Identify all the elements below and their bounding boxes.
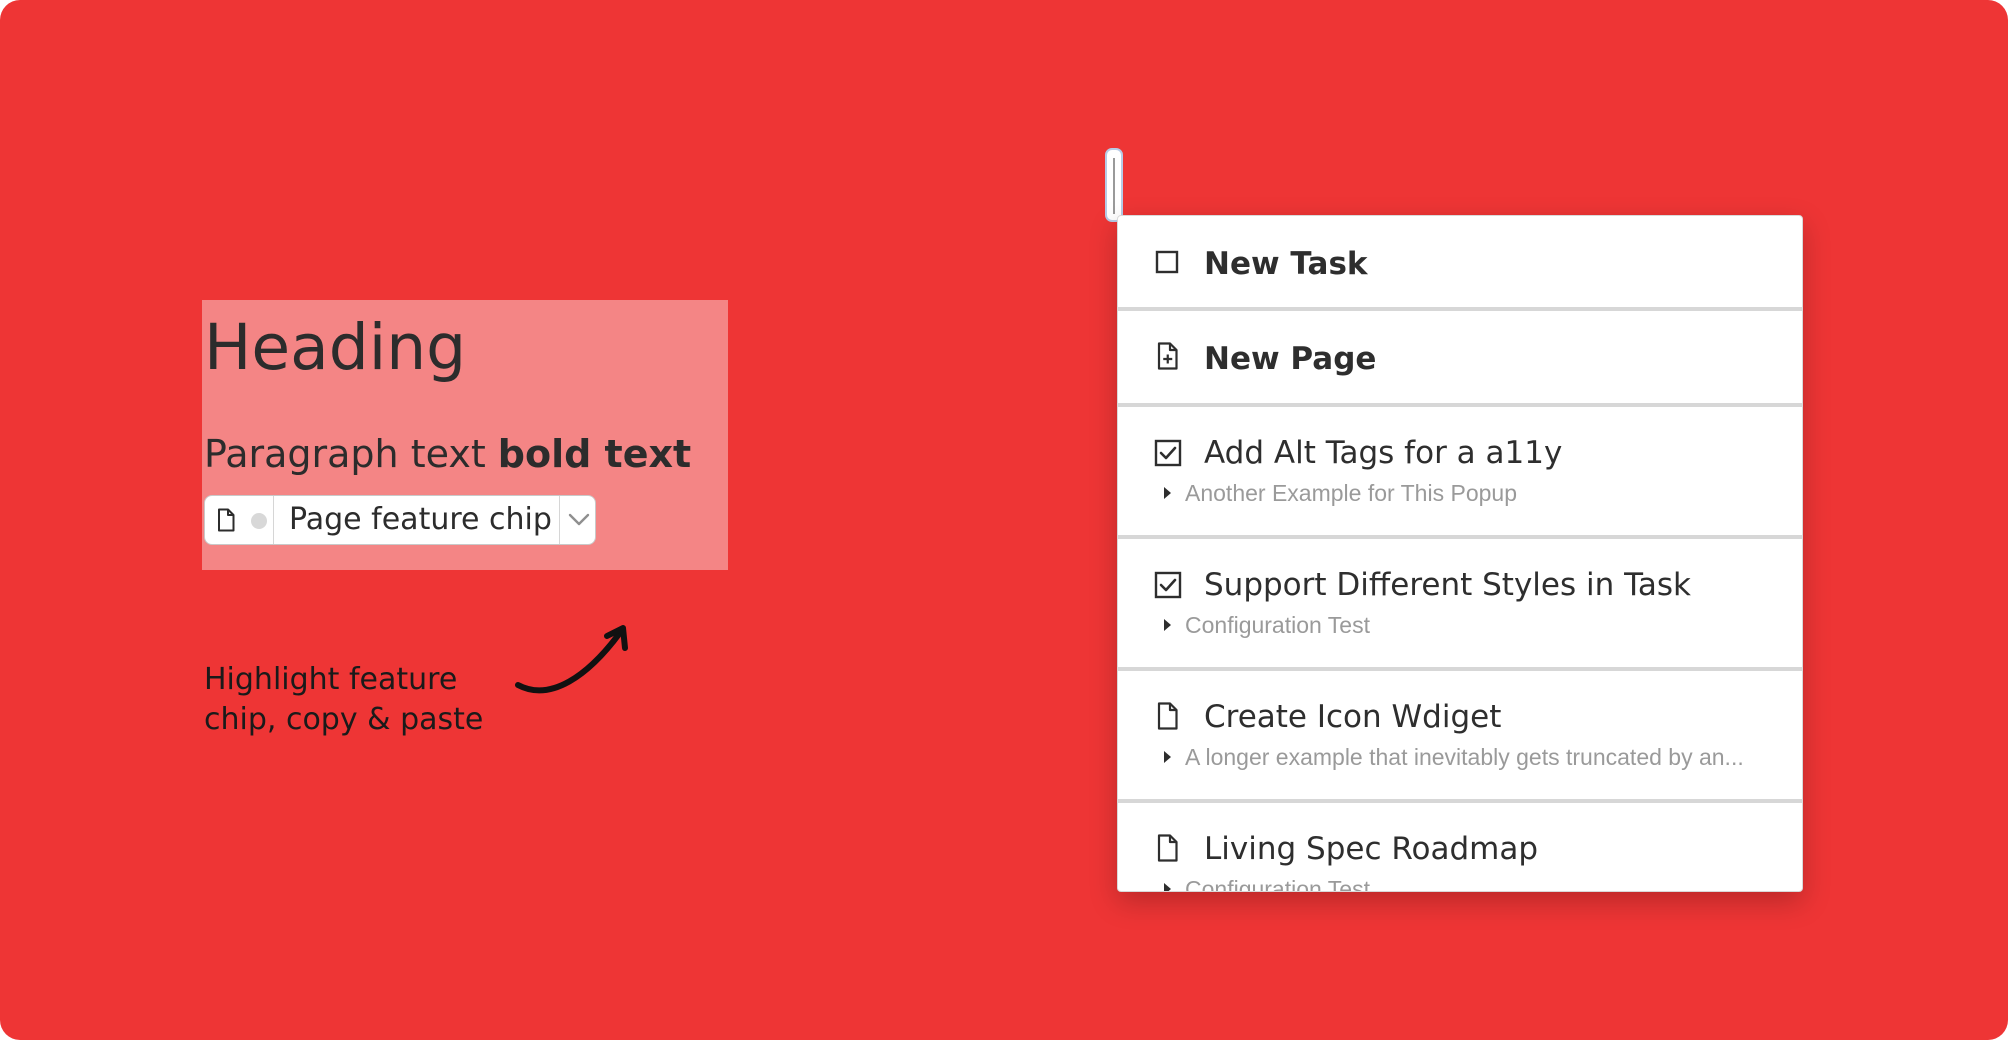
menu-item-new-page[interactable]: New Page bbox=[1118, 311, 1802, 407]
file-plus-icon bbox=[1157, 342, 1178, 370]
menu-item-page[interactable]: Create Icon Wdiget A longer example that… bbox=[1118, 671, 1802, 803]
chip-label: Page feature chip bbox=[289, 502, 552, 537]
checkbox-empty-icon bbox=[1155, 250, 1179, 274]
insert-popup-menu: New Task New Page Add Alt Tags for a a11… bbox=[1117, 215, 1803, 892]
instruction-text: Highlight feature chip, copy & paste bbox=[204, 660, 544, 740]
heading[interactable]: Heading bbox=[204, 310, 466, 386]
menu-item-parent: A longer example that inevitably gets tr… bbox=[1164, 742, 1784, 772]
caret-right-icon bbox=[1164, 882, 1171, 891]
file-icon bbox=[1157, 702, 1178, 730]
menu-item-title: Create Icon Wdiget bbox=[1204, 699, 1502, 735]
menu-item-title: New Page bbox=[1204, 341, 1377, 377]
chip-icon-area bbox=[205, 496, 274, 544]
canvas: Heading Paragraph text bold text Page fe… bbox=[0, 0, 2008, 1040]
status-dot bbox=[251, 513, 267, 529]
chip-dropdown-toggle[interactable] bbox=[559, 496, 596, 544]
paragraph-regular-text: Paragraph text bbox=[204, 432, 498, 476]
checkbox-checked-icon bbox=[1154, 571, 1182, 599]
file-icon bbox=[1157, 834, 1178, 862]
menu-item-title: New Task bbox=[1204, 246, 1368, 282]
caret-right-icon bbox=[1164, 618, 1171, 631]
menu-item-new-task[interactable]: New Task bbox=[1118, 216, 1802, 311]
caret-right-icon bbox=[1164, 486, 1171, 499]
menu-item-subtitle: Another Example for This Popup bbox=[1185, 480, 1517, 506]
instruction-line-2: chip, copy & paste bbox=[204, 702, 484, 737]
caret-right-icon bbox=[1164, 750, 1171, 763]
curved-arrow-icon bbox=[515, 625, 628, 694]
paragraph-bold-text: bold text bbox=[497, 432, 692, 476]
menu-item-task[interactable]: Support Different Styles in Task Configu… bbox=[1118, 539, 1802, 671]
chevron-down-icon bbox=[568, 513, 590, 526]
checkbox-checked-icon bbox=[1154, 439, 1182, 467]
instruction-line-1: Highlight feature bbox=[204, 662, 458, 697]
menu-item-subtitle: A longer example that inevitably gets tr… bbox=[1185, 744, 1744, 770]
menu-item-subtitle: Configuration Test bbox=[1185, 612, 1370, 638]
paragraph[interactable]: Paragraph text bold text bbox=[204, 430, 691, 478]
page-feature-chip[interactable]: Page feature chip bbox=[204, 495, 596, 545]
menu-item-page[interactable]: Living Spec Roadmap Configuration Test bbox=[1118, 803, 1802, 892]
menu-item-parent: Configuration Test bbox=[1164, 610, 1784, 640]
menu-item-title: Add Alt Tags for a a11y bbox=[1204, 435, 1563, 471]
menu-item-title: Living Spec Roadmap bbox=[1204, 831, 1539, 867]
menu-item-parent: Configuration Test bbox=[1164, 874, 1784, 892]
menu-item-title: Support Different Styles in Task bbox=[1204, 567, 1691, 603]
menu-item-task[interactable]: Add Alt Tags for a a11y Another Example … bbox=[1118, 407, 1802, 539]
text-cursor bbox=[1105, 148, 1123, 222]
file-icon bbox=[218, 508, 235, 532]
menu-item-parent: Another Example for This Popup bbox=[1164, 478, 1784, 508]
menu-item-subtitle: Configuration Test bbox=[1185, 876, 1370, 892]
